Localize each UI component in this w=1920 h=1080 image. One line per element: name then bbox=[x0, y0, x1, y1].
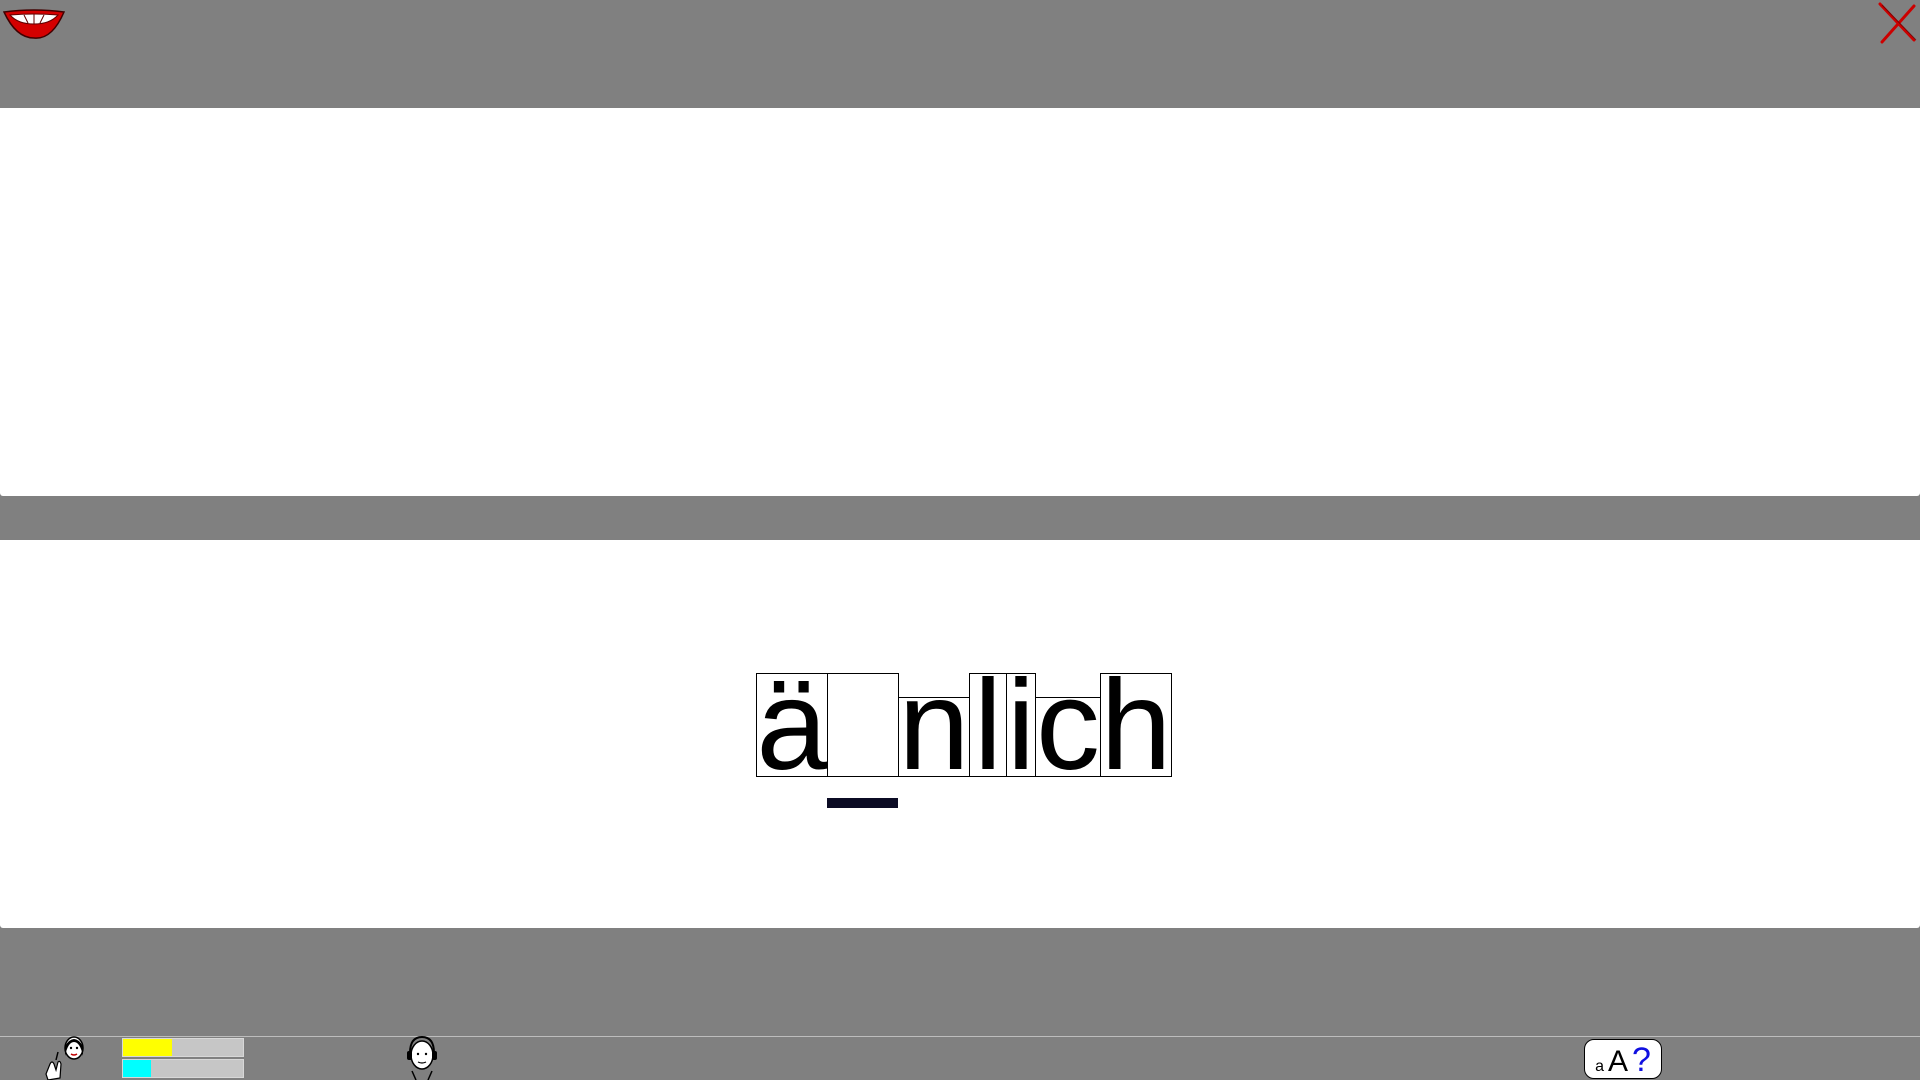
letter-box: i bbox=[1006, 662, 1036, 790]
question-mark-icon: ? bbox=[1632, 1041, 1651, 1079]
letter-box: c bbox=[1035, 662, 1101, 790]
progress-track bbox=[122, 1059, 244, 1078]
letter-text: l bbox=[973, 654, 1003, 797]
letter-box: l bbox=[969, 662, 1007, 790]
letter-text: c bbox=[1036, 654, 1100, 797]
letter-text: i bbox=[1006, 654, 1036, 797]
lowercase-label: a bbox=[1595, 1058, 1604, 1075]
letter-gap-box[interactable] bbox=[827, 673, 899, 777]
close-icon[interactable] bbox=[1874, 0, 1920, 46]
panel-divider bbox=[0, 496, 1920, 540]
progress-bars bbox=[122, 1038, 244, 1080]
letter-text: ä bbox=[756, 654, 828, 797]
headset-person-icon[interactable] bbox=[404, 1035, 440, 1080]
input-cursor bbox=[827, 798, 898, 808]
letter-box: h bbox=[1100, 662, 1172, 790]
bottom-bar bbox=[0, 928, 1920, 1036]
prompt-panel bbox=[0, 108, 1920, 496]
teacher-pointing-icon[interactable] bbox=[40, 1034, 88, 1080]
mouth-logo-icon[interactable] bbox=[2, 4, 66, 40]
letter-text: h bbox=[1100, 654, 1172, 797]
word-letter-boxes: änlich bbox=[756, 662, 1172, 790]
case-help-button[interactable]: a A ? bbox=[1584, 1039, 1662, 1079]
uppercase-label: A bbox=[1607, 1045, 1628, 1078]
letter-box: ä bbox=[756, 662, 828, 790]
letter-box: n bbox=[898, 662, 970, 790]
letter-text: n bbox=[898, 654, 970, 797]
progress-fill bbox=[123, 1060, 151, 1077]
progress-track bbox=[122, 1038, 244, 1057]
top-bar bbox=[0, 0, 1920, 108]
progress-fill bbox=[123, 1039, 173, 1056]
app-window: änlich a A ? bbox=[0, 0, 1920, 1080]
